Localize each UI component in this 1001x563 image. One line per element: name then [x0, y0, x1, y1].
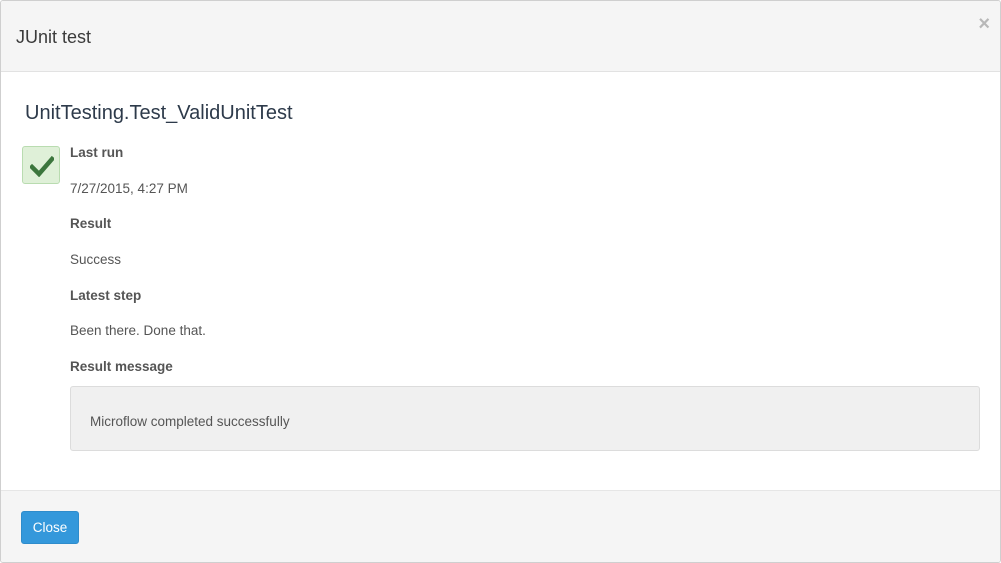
dialog-footer: Close — [1, 490, 1000, 562]
last-run-value: 7/27/2015, 4:27 PM — [70, 181, 188, 196]
last-run-label: Last run — [70, 145, 124, 160]
latest-step-value: Been there. Done that. — [70, 323, 206, 338]
latest-step-label: Latest step — [70, 288, 142, 303]
success-status-badge — [22, 146, 60, 184]
close-button[interactable]: Close — [21, 511, 79, 544]
dialog-title: JUnit test — [16, 27, 92, 47]
result-value: Success — [70, 252, 122, 267]
result-label: Result — [70, 216, 112, 231]
close-icon[interactable]: × — [978, 14, 990, 34]
junit-test-dialog: JUnit test × UnitTesting.Test_ValidUnitT… — [0, 0, 1001, 563]
result-message-label: Result message — [70, 359, 173, 374]
test-name-heading: UnitTesting.Test_ValidUnitTest — [25, 102, 293, 124]
checkmark-icon — [30, 155, 54, 177]
dialog-header: JUnit test × — [1, 1, 1000, 72]
result-message-text: Microflow completed successfully — [90, 414, 290, 429]
result-message-box: Microflow completed successfully — [70, 386, 980, 451]
